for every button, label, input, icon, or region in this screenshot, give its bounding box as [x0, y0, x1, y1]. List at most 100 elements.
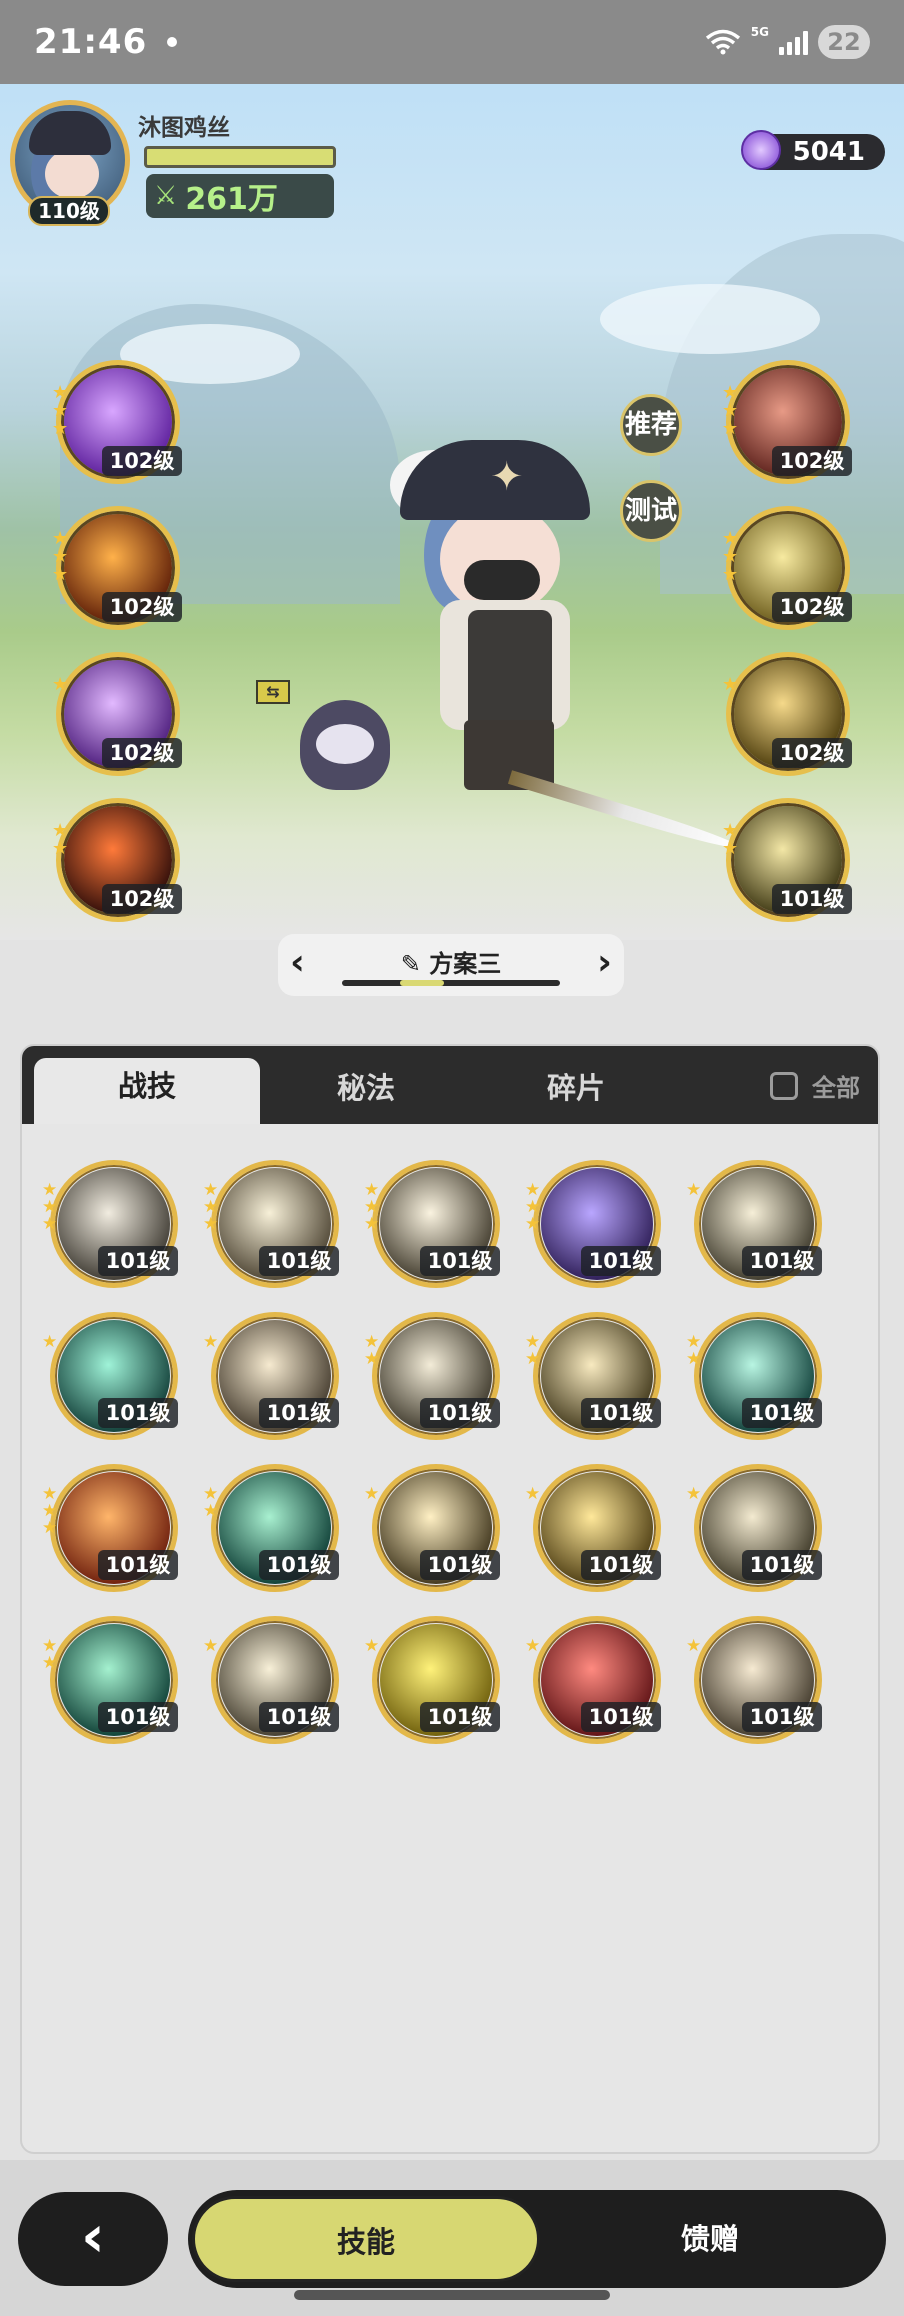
star-icon: ★ — [42, 1214, 58, 1234]
status-time: 21:46 — [34, 22, 148, 62]
pet-swap-icon[interactable]: ⇆ — [256, 680, 290, 704]
skill-slot[interactable]: ★ ★ ★ 101级 — [42, 1458, 178, 1592]
skill-level: 102级 — [102, 738, 182, 768]
back-arrow-icon: ‹ — [81, 2202, 105, 2270]
loadout-label[interactable]: ✎ 方案三 — [278, 944, 624, 979]
gem-icon — [741, 130, 781, 170]
skill-slot[interactable]: ★ 101级 — [364, 1458, 500, 1592]
star-rating: ★ — [686, 1486, 701, 1503]
star-rating: ★ ★ ★ — [203, 1182, 218, 1233]
skill-slot[interactable]: ★ ★ 101级 — [42, 1610, 178, 1744]
skills-panel: 战技 秘法 碎片 全部 ★ ★ ★ 101级 ★ ★ ★ 101级 ★ ★ ★ 101级 ★ ★ ★ 101级… — [20, 1044, 880, 2154]
skill-slot[interactable]: ★ ★ ★ 101级 — [42, 1154, 178, 1288]
combat-power: ⚔ 261万 — [146, 174, 334, 218]
star-icon: ★ — [686, 1349, 702, 1369]
star-icon: ★ — [722, 564, 739, 585]
skill-slot[interactable]: ★ 101级 — [42, 1306, 178, 1440]
skill-slot[interactable]: ★ ★ 101级 — [364, 1306, 500, 1440]
skill-slot[interactable]: ★ 101级 — [364, 1610, 500, 1744]
star-rating: ★ — [722, 676, 738, 694]
skill-slot[interactable]: ★ 101级 — [686, 1154, 822, 1288]
skill-slot[interactable]: ★ ★ ★ 102级 — [722, 360, 852, 484]
skill-level: 101级 — [742, 1246, 822, 1276]
star-rating: ★ — [525, 1638, 540, 1655]
star-rating: ★ — [364, 1486, 379, 1503]
show-all-filter[interactable]: 全部 — [770, 1068, 860, 1103]
star-icon: ★ — [52, 674, 69, 695]
star-icon: ★ — [525, 1349, 541, 1369]
star-rating: ★ ★ ★ — [42, 1182, 57, 1233]
skill-level: 101级 — [420, 1702, 500, 1732]
skill-level: 102级 — [102, 446, 182, 476]
skill-level: 101级 — [259, 1246, 339, 1276]
recommend-button[interactable]: 推荐 — [620, 394, 682, 456]
power-icon: ⚔ — [154, 181, 178, 211]
skill-level: 101级 — [581, 1246, 661, 1276]
skill-slot[interactable]: ★ 101级 — [686, 1458, 822, 1592]
skill-slot[interactable]: ★ 101级 — [203, 1306, 339, 1440]
player-level: 110级 — [28, 196, 110, 226]
skill-slot[interactable]: ★ ★ ★ 101级 — [525, 1154, 661, 1288]
star-rating: ★ ★ — [42, 1638, 57, 1672]
bottom-tab-bar: 技能 馈赠 — [188, 2190, 886, 2288]
home-indicator — [294, 2290, 610, 2300]
pet-companion: ⇆ — [256, 680, 400, 800]
star-rating: ★ ★ ★ — [364, 1182, 379, 1233]
skill-slot[interactable]: ★ 102级 — [722, 652, 852, 776]
skill-slot[interactable]: ★ ★ 101级 — [203, 1458, 339, 1592]
next-loadout-icon[interactable]: › — [597, 942, 612, 983]
battery-indicator: 22 — [818, 25, 870, 59]
star-rating: ★ ★ — [722, 822, 738, 858]
skill-slot[interactable]: ★ ★ ★ 101级 — [203, 1154, 339, 1288]
star-rating: ★ — [42, 1334, 57, 1351]
nav-skills-button[interactable]: 技能 — [192, 2196, 540, 2282]
star-rating: ★ — [686, 1182, 701, 1199]
skill-slot[interactable]: ★ 101级 — [525, 1610, 661, 1744]
star-rating: ★ — [364, 1638, 379, 1655]
star-icon: ★ — [525, 1214, 541, 1234]
back-button[interactable]: ‹ — [18, 2192, 168, 2286]
star-icon: ★ — [42, 1653, 58, 1673]
show-all-checkbox[interactable] — [770, 1071, 798, 1100]
skill-slot[interactable]: ★ ★ 101级 — [525, 1306, 661, 1440]
skill-slot[interactable]: ★ 101级 — [203, 1610, 339, 1744]
power-value: 261万 — [185, 182, 278, 217]
skill-slot[interactable]: ★ ★ ★ 102级 — [52, 360, 182, 484]
skill-slot[interactable]: ★ ★ ★ 102级 — [722, 506, 852, 630]
skill-slot[interactable]: ★ 102级 — [52, 652, 182, 776]
tab-combat-skills[interactable]: 战技 — [34, 1058, 260, 1124]
star-rating: ★ ★ — [364, 1334, 379, 1368]
tab-arcana[interactable]: 秘法 — [266, 1046, 466, 1124]
star-icon: ★ — [42, 1518, 58, 1538]
skill-slot[interactable]: ★ ★ ★ 102级 — [52, 506, 182, 630]
gem-counter[interactable]: 5041 — [741, 130, 885, 170]
star-icon: ★ — [42, 1332, 58, 1352]
test-button[interactable]: 测试 — [620, 480, 682, 542]
star-rating: ★ ★ — [686, 1334, 701, 1368]
skill-slot[interactable]: ★ 101级 — [686, 1610, 822, 1744]
star-icon: ★ — [203, 1332, 219, 1352]
tab-fragments[interactable]: 碎片 — [476, 1046, 676, 1124]
skill-slot[interactable]: ★ 101级 — [525, 1458, 661, 1592]
skill-slot[interactable]: ★ ★ 101级 — [722, 798, 852, 922]
skill-level: 102级 — [102, 884, 182, 914]
star-rating: ★ ★ ★ — [722, 530, 738, 584]
skill-slot[interactable]: ★ ★ 101级 — [686, 1306, 822, 1440]
skill-level: 101级 — [742, 1550, 822, 1580]
wifi-icon — [705, 29, 740, 55]
skill-level: 101级 — [420, 1550, 500, 1580]
star-rating: ★ — [686, 1638, 701, 1655]
network-type: 5G — [750, 25, 769, 39]
show-all-label: 全部 — [812, 1074, 860, 1102]
star-rating: ★ ★ ★ — [525, 1182, 540, 1233]
skill-level: 102级 — [772, 738, 852, 768]
skill-slot[interactable]: ★ ★ ★ 101级 — [364, 1154, 500, 1288]
loadout-name: 方案三 — [429, 950, 502, 978]
nav-gift-button[interactable]: 馈赠 — [540, 2196, 880, 2282]
star-icon: ★ — [525, 1484, 541, 1504]
star-icon: ★ — [52, 418, 69, 439]
skill-slot[interactable]: ★ ★ 102级 — [52, 798, 182, 922]
hero-character: ✦ — [390, 440, 742, 854]
star-icon: ★ — [686, 1636, 702, 1656]
skill-level: 101级 — [742, 1702, 822, 1732]
